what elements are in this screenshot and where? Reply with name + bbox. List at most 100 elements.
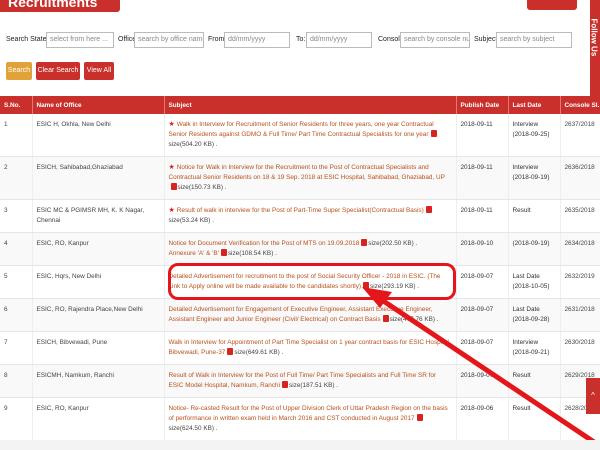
- pdf-icon[interactable]: [382, 315, 389, 322]
- table-row: 5 ESIC, Hqrs, New Delhi Detailed Advertise…: [0, 265, 600, 299]
- cell-sno: 6: [0, 298, 33, 332]
- cell-subject: Notice- Re-casted Result for the Post of…: [164, 397, 457, 441]
- last-date-label: Result: [512, 207, 531, 214]
- star-icon: ★: [168, 207, 175, 214]
- cell-publish-date: 2018-09-07: [456, 265, 509, 299]
- console-input[interactable]: search by console numb: [400, 32, 470, 48]
- cell-publish-date: 2018-09-06: [456, 397, 509, 441]
- cell-sno: 7: [0, 331, 33, 365]
- subject-link[interactable]: Notice for Document Verification for the…: [169, 240, 360, 247]
- header-sno: S.No.: [0, 96, 33, 114]
- pdf-icon[interactable]: [170, 183, 177, 190]
- last-date-value: (2018-09-25): [512, 131, 550, 138]
- file-size: size(150.73 KB) .: [177, 184, 227, 191]
- pdf-icon[interactable]: [416, 414, 423, 421]
- cell-subject: ★ Notice for Walk in Interview for the Re…: [164, 156, 457, 200]
- star-icon: ★: [168, 164, 175, 171]
- top-right-button[interactable]: [527, 0, 577, 10]
- filter-bar: Search States: select from here ... Offi…: [0, 28, 580, 56]
- star-icon: ★: [168, 121, 175, 128]
- subject-link-secondary[interactable]: Annexure 'A' & 'B': [169, 250, 219, 257]
- subject-input[interactable]: search by subject: [496, 32, 572, 48]
- last-date-value: (2018-09-21): [512, 349, 550, 356]
- view-all-button[interactable]: View All: [84, 62, 114, 80]
- search-button[interactable]: Search: [6, 62, 32, 80]
- subject-link[interactable]: Walk in Interview for Recruitment of Sen…: [169, 121, 434, 138]
- file-size: size(202.50 KB) .: [368, 240, 418, 247]
- table-header-row: S.No. Name of Office Subject Publish Dat…: [0, 96, 600, 114]
- subject-link[interactable]: Result of walk in interview for the Post…: [177, 207, 424, 214]
- cell-console: 2631/2018: [560, 298, 600, 332]
- cell-console: 2635/2018: [560, 199, 600, 233]
- pdf-icon[interactable]: [282, 381, 289, 388]
- cell-publish-date: 2018-09-11: [456, 114, 509, 157]
- table-row: 3 ESIC MC & PGIMSR MH, K. K Nagar, Chenna…: [0, 199, 600, 233]
- table-row: 8 ESICMH, Namkum, Ranchi Result of Walk in…: [0, 364, 600, 398]
- cell-publish-date: 2018-09-10: [456, 232, 509, 266]
- cell-office: ESICH, Sahibabad,Ghaziabad: [32, 156, 165, 200]
- cell-sno: 8: [0, 364, 33, 398]
- page-title: Recruitments: [0, 0, 120, 12]
- cell-office: ESICMH, Namkum, Ranchi: [32, 364, 165, 398]
- pdf-icon[interactable]: [361, 239, 368, 246]
- cell-subject: Detailed Advertisement for Engagement of…: [164, 298, 457, 332]
- pdf-icon[interactable]: [227, 348, 234, 355]
- cell-last-date: Interview (2018-09-19): [508, 156, 561, 200]
- subject-link[interactable]: Notice for Walk in Interview for the Rec…: [169, 164, 445, 181]
- cell-publish-date: 2018-09-07: [456, 331, 509, 365]
- cell-console: 2632/2019: [560, 265, 600, 299]
- cell-office: ESICH, Bibvewadi, Pune: [32, 331, 165, 365]
- last-date-value: (2018-09-19): [512, 174, 550, 181]
- office-input[interactable]: search by office name: [134, 32, 204, 48]
- follow-us-label: Follow Us: [589, 18, 599, 57]
- recruitment-table: S.No. Name of Office Subject Publish Dat…: [0, 96, 600, 441]
- file-size: size(293.19 KB) .: [370, 283, 420, 290]
- cell-office: ESIC, Hqrs, New Delhi: [32, 265, 165, 299]
- to-date-input[interactable]: dd/mm/yyyy: [306, 32, 372, 48]
- cell-last-date: Result: [508, 397, 561, 441]
- cell-subject: Walk in Interview for Appointment of Par…: [164, 331, 457, 365]
- cell-sno: 2: [0, 156, 33, 200]
- pdf-icon[interactable]: [363, 282, 370, 289]
- cell-subject: Detailed Advertisement for recruitment t…: [164, 265, 457, 299]
- cell-office: ESIC H, Okhla, New Delhi: [32, 114, 165, 157]
- cell-last-date: Result: [508, 364, 561, 398]
- cell-console: 2637/2018: [560, 114, 600, 157]
- header-last-date: Last Date: [508, 96, 561, 114]
- cell-console: 2630/2018: [560, 331, 600, 365]
- cell-last-date: Last Date (2018-10-05): [508, 265, 561, 299]
- scroll-up-button[interactable]: ^: [586, 378, 600, 414]
- last-date-value: (2018-09-19): [512, 240, 550, 247]
- header-publish-date: Publish Date: [456, 96, 509, 114]
- cell-subject: Result of Walk in Interview for the Post…: [164, 364, 457, 398]
- file-size: size(187.51 KB) .: [289, 382, 339, 389]
- to-label: To:: [296, 36, 306, 43]
- subject-link[interactable]: Walk in Interview for Appointment of Par…: [169, 339, 449, 356]
- chevron-up-icon: ^: [591, 391, 595, 400]
- cell-last-date: Interview (2018-09-25): [508, 114, 561, 157]
- last-date-label: Last Date: [512, 273, 540, 280]
- cell-office: ESIC, RO, Kanpur: [32, 397, 165, 441]
- pdf-icon[interactable]: [220, 249, 227, 256]
- table-row: 4 ESIC, RO, Kanpur Notice for Document Ver…: [0, 232, 600, 266]
- file-size: size(504.20 KB) .: [168, 141, 218, 148]
- state-select[interactable]: select from here ...: [46, 32, 114, 48]
- table-row: 9 ESIC, RO, Kanpur Notice- Re-casted Resul…: [0, 397, 600, 441]
- pdf-icon[interactable]: [430, 130, 437, 137]
- pdf-icon[interactable]: [425, 206, 432, 213]
- cell-office: ESIC, RO, Kanpur: [32, 232, 165, 266]
- file-size: size(108.54 KB) .: [227, 250, 277, 257]
- subject-extra: Annexure 'A' & 'B' size(108.54 KB) .: [169, 249, 452, 259]
- subject-link[interactable]: Notice- Re-casted Result for the Post of…: [169, 405, 448, 422]
- file-size: size(53.24 KB) .: [168, 217, 214, 224]
- clear-search-button[interactable]: Clear Search: [36, 62, 80, 80]
- cell-publish-date: 2018-09-11: [456, 156, 509, 200]
- header-subject: Subject: [164, 96, 457, 114]
- file-size: size(477.76 KB) .: [389, 316, 439, 323]
- from-date-input[interactable]: dd/mm/yyyy: [224, 32, 290, 48]
- last-date-label: Interview: [512, 164, 539, 171]
- table-row: 7 ESICH, Bibvewadi, Pune Walk in Interview…: [0, 331, 600, 365]
- cell-sno: 5: [0, 265, 33, 299]
- recruitment-table-container: S.No. Name of Office Subject Publish Dat…: [0, 96, 600, 450]
- last-date-value: (2018-10-05): [512, 283, 550, 290]
